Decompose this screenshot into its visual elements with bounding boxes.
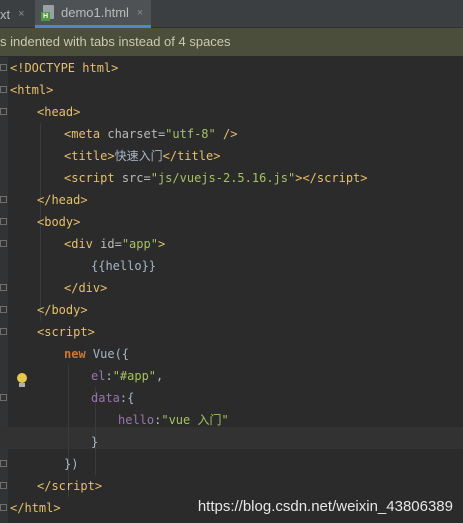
close-icon[interactable]: × — [18, 8, 24, 20]
code-line-13: <script> — [37, 325, 95, 339]
code-line-21: </html> — [10, 501, 61, 515]
fold-marker[interactable] — [0, 284, 7, 291]
code-line-3: <head> — [37, 105, 81, 119]
fold-marker[interactable] — [0, 218, 7, 225]
fold-marker[interactable] — [0, 306, 7, 313]
code-line-4: <meta charset="utf-8" /> — [64, 127, 238, 141]
html-file-icon: H — [41, 4, 55, 21]
tab-label: demo1.html — [61, 5, 129, 20]
tab-demo1-html[interactable]: H demo1.html × — [35, 0, 151, 28]
code-line-14: new Vue({ — [64, 347, 130, 361]
watermark: https://blog.csdn.net/weixin_43806389 — [197, 498, 453, 515]
fold-marker[interactable] — [0, 394, 7, 401]
fold-marker[interactable] — [0, 482, 7, 489]
code-line-8: <body> — [37, 215, 81, 229]
banner-text: s indented with tabs instead of 4 spaces — [0, 34, 231, 49]
fold-marker[interactable] — [0, 196, 7, 203]
code-editor[interactable]: <!DOCTYPE html> <html> <head> <meta char… — [0, 57, 463, 523]
code-line-16: data:{ — [91, 391, 135, 405]
code-line-11: </div> — [64, 281, 108, 295]
inspection-banner: s indented with tabs instead of 4 spaces — [0, 28, 463, 56]
code-line-9: <div id="app"> — [64, 237, 166, 251]
fold-marker[interactable] — [0, 64, 7, 71]
fold-marker[interactable] — [0, 86, 7, 93]
tab-previous-file[interactable]: xt × — [0, 0, 25, 28]
fold-marker[interactable] — [0, 504, 7, 511]
current-line-highlight — [0, 427, 463, 449]
code-line-17: hello:"vue 入门" — [118, 413, 229, 427]
fold-marker[interactable] — [0, 240, 7, 247]
fold-marker[interactable] — [0, 460, 7, 467]
code-line-19: }) — [64, 457, 79, 471]
html-badge: H — [41, 11, 50, 21]
lightbulb-icon[interactable] — [16, 373, 28, 389]
code-line-18: } — [91, 435, 99, 449]
close-icon[interactable]: × — [137, 7, 143, 19]
code-line-7: </head> — [37, 193, 88, 207]
code-line-15: el:"#app", — [91, 369, 164, 383]
code-line-2: <html> — [10, 83, 54, 97]
code-line-6: <script src="js/vuejs-2.5.16.js"></scrip… — [64, 171, 368, 185]
code-line-12: </body> — [37, 303, 88, 317]
code-line-20: </script> — [37, 479, 103, 493]
code-line-1: <!DOCTYPE html> — [10, 61, 119, 75]
fold-marker[interactable] — [0, 108, 7, 115]
tab-label: xt — [0, 6, 11, 22]
fold-marker[interactable] — [0, 328, 7, 335]
code-line-10: {{hello}} — [91, 259, 157, 273]
code-line-5: <title>快速入门</title> — [64, 149, 221, 163]
editor-tab-bar: xt × H demo1.html × — [0, 0, 463, 28]
